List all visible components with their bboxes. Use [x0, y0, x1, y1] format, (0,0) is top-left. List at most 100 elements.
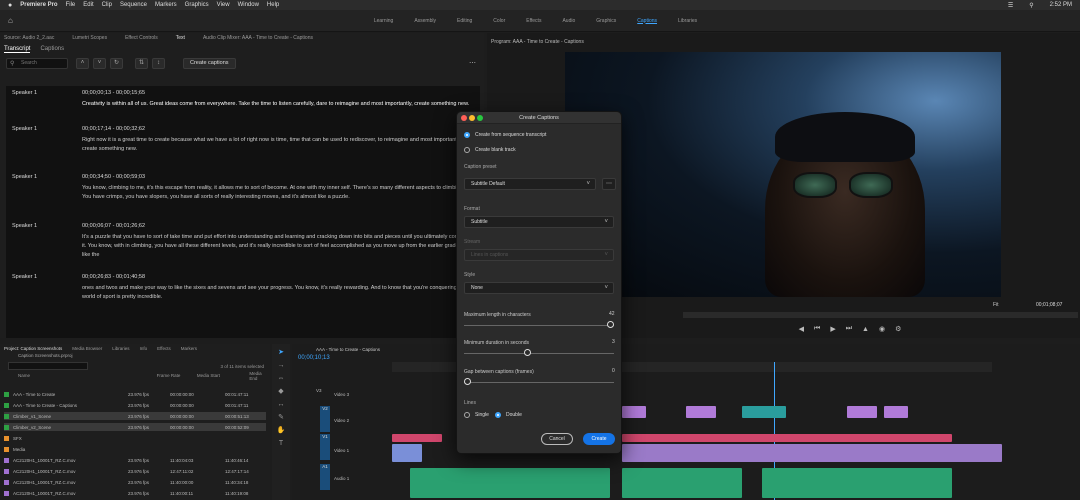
item-name[interactable]: AC2120H1_10001T_RZ.C.mov [13, 458, 128, 463]
close-window-icon[interactable] [461, 115, 467, 121]
speaker-label[interactable]: Speaker 1 [12, 126, 37, 132]
project-search-input[interactable] [8, 362, 88, 370]
track-v2[interactable]: V2 [320, 406, 330, 432]
segment-text[interactable]: You know, climbing to me, it's this esca… [82, 184, 472, 202]
menu-sequence[interactable]: Sequence [120, 2, 147, 8]
video-clip[interactable] [392, 444, 422, 462]
workspace-libraries[interactable]: Libraries [678, 18, 697, 24]
video-clip[interactable] [847, 406, 877, 418]
label-color-swatch[interactable] [4, 457, 9, 463]
pen-tool-icon[interactable]: ✎ [276, 413, 286, 422]
label-color-swatch[interactable] [4, 424, 9, 430]
tab-captions[interactable]: Captions [40, 46, 64, 52]
camera-icon[interactable]: ◉ [879, 325, 885, 333]
selection-tool-icon[interactable]: ➤ [276, 348, 286, 357]
label-color-swatch[interactable] [4, 413, 9, 419]
menu-clip[interactable]: Clip [102, 2, 112, 8]
menu-help[interactable]: Help [267, 2, 279, 8]
workspace-learning[interactable]: Learning [374, 18, 393, 24]
program-timecode[interactable]: 00;01;08;07 [1036, 302, 1062, 308]
program-title[interactable]: Program: AAA - Time to Create - Captions [487, 33, 1080, 51]
label-color-swatch[interactable] [4, 468, 9, 474]
item-name[interactable]: AC2120H1_10001T_RZ.C.mov [13, 469, 128, 474]
label-color-swatch[interactable] [4, 391, 9, 397]
step-forward-icon[interactable]: ⏭ [846, 325, 852, 333]
search-up-button[interactable]: ˄ [76, 57, 89, 69]
tab-source[interactable]: Source: Audio 2_2.aac [4, 35, 54, 41]
project-item-row[interactable]: Media [4, 445, 266, 453]
razor-icon[interactable]: ◆ [276, 387, 286, 396]
item-name[interactable]: Climber_v2_Scene [13, 425, 128, 430]
project-item-row[interactable]: AC2120H1_10001T_RZ.C.mov 23.976 fps 12:47:… [4, 467, 266, 475]
tab-effect-controls[interactable]: Effect Controls [125, 35, 158, 41]
tab-transcript[interactable]: Transcript [4, 46, 31, 53]
apple-icon[interactable]: ● [8, 2, 12, 9]
program-scrubber[interactable] [683, 312, 1078, 318]
replace-button[interactable]: ↻ [110, 57, 123, 69]
max-length-value[interactable]: 42 [609, 311, 615, 317]
slider-knob[interactable] [524, 349, 532, 356]
style-select[interactable]: None ˅ [464, 282, 614, 294]
item-name[interactable]: AAA - Time to Create [13, 392, 128, 397]
item-name[interactable]: AC2120H1_10001T_RZ.C.mov [13, 491, 128, 496]
tab-markers[interactable]: Markers [181, 346, 197, 351]
item-name[interactable]: Media [13, 447, 128, 452]
format-select[interactable]: Subtitle ˅ [464, 216, 614, 228]
project-item-row[interactable]: AC2120H1_10001T_RZ.C.mov 23.976 fps 11:40:… [4, 478, 266, 486]
menu-view[interactable]: View [217, 2, 230, 8]
item-name[interactable]: Climber_v1_Scene [13, 414, 128, 419]
tab-libraries[interactable]: Libraries [112, 346, 129, 351]
speaker-label[interactable]: Speaker 1 [12, 274, 37, 280]
menu-file[interactable]: File [66, 2, 76, 8]
video-clip[interactable] [884, 406, 908, 418]
speaker-label[interactable]: Speaker 1 [12, 174, 37, 180]
item-name[interactable]: AAA - Time to Create - Captions [13, 403, 128, 408]
item-name[interactable]: AC2120H1_10001T_RZ.C.mov [13, 480, 128, 485]
panel-menu-icon[interactable]: ⋯ [469, 59, 476, 67]
tab-text[interactable]: Text [176, 35, 185, 41]
tab-info[interactable]: Info [140, 346, 148, 351]
wifi-icon[interactable]: ☰ [1008, 2, 1013, 9]
search-menubar-icon[interactable]: ⚲ [1029, 2, 1033, 9]
project-item-row[interactable]: SFX [4, 434, 266, 442]
gap-value[interactable]: 0 [612, 368, 615, 374]
create-captions-button[interactable]: Create captions [183, 57, 236, 69]
project-item-row[interactable]: AC2120H1_10001T_RZ.C.mov 23.976 fps 11:40:… [4, 456, 266, 464]
caption-preset-select[interactable]: Subtitle Default ˅ [464, 178, 596, 190]
workspace-editing[interactable]: Editing [457, 18, 472, 24]
project-item-row[interactable]: AAA - Time to Create 23.976 fps 00:00:00:0… [4, 390, 266, 398]
menu-app[interactable]: Premiere Pro [20, 2, 57, 8]
item-name[interactable]: SFX [13, 436, 128, 441]
zoom-window-icon[interactable] [477, 115, 483, 121]
mark-in-icon[interactable]: ◀ [799, 325, 804, 333]
tab-effects[interactable]: Effects [157, 346, 171, 351]
workspace-assembly[interactable]: Assembly [414, 18, 436, 24]
timeline-title[interactable]: AAA - Time to Create - Captions [292, 344, 1080, 355]
menu-window[interactable]: Window [238, 2, 259, 8]
tab-project[interactable]: Project: Caption Screenshots [4, 346, 62, 351]
menu-markers[interactable]: Markers [155, 2, 177, 8]
minimize-window-icon[interactable] [469, 115, 475, 121]
step-back-icon[interactable]: ⏮ [814, 325, 820, 333]
col-media-start[interactable]: Media Start [197, 373, 250, 378]
split-segment-button[interactable]: ⇅ [135, 57, 148, 69]
project-item-row[interactable]: AC2120H1_10001T_RZ.C.mov 23.976 fps 11:40:… [4, 489, 266, 497]
slip-tool-icon[interactable]: ↔ [276, 400, 286, 409]
col-frame-rate[interactable]: Frame Rate [157, 373, 197, 378]
menubar-clock[interactable]: 2:52 PM [1050, 2, 1072, 8]
max-length-slider[interactable] [464, 321, 614, 329]
timeline-timecode[interactable]: 00;00;10;13 [292, 355, 1080, 361]
slider-knob[interactable] [464, 378, 471, 385]
min-duration-value[interactable]: 3 [612, 339, 615, 345]
fit-dropdown[interactable]: Fit [993, 302, 999, 308]
merge-segments-button[interactable]: ↕ [152, 57, 165, 69]
lift-icon[interactable]: ▲ [862, 326, 869, 333]
gap-slider[interactable] [464, 378, 614, 386]
program-video-frame[interactable] [565, 52, 1001, 297]
tab-lumetri-scopes[interactable]: Lumetri Scopes [72, 35, 107, 41]
radio-blank-track[interactable]: Create blank track [464, 147, 516, 153]
col-media-end[interactable]: Media End [249, 371, 270, 381]
project-item-row[interactable]: Climber_v1_Scene 23.976 fps 00:00:00:00 00:… [4, 412, 266, 420]
label-color-swatch[interactable] [4, 490, 9, 496]
preset-menu-button[interactable]: ⋯ [602, 178, 616, 190]
